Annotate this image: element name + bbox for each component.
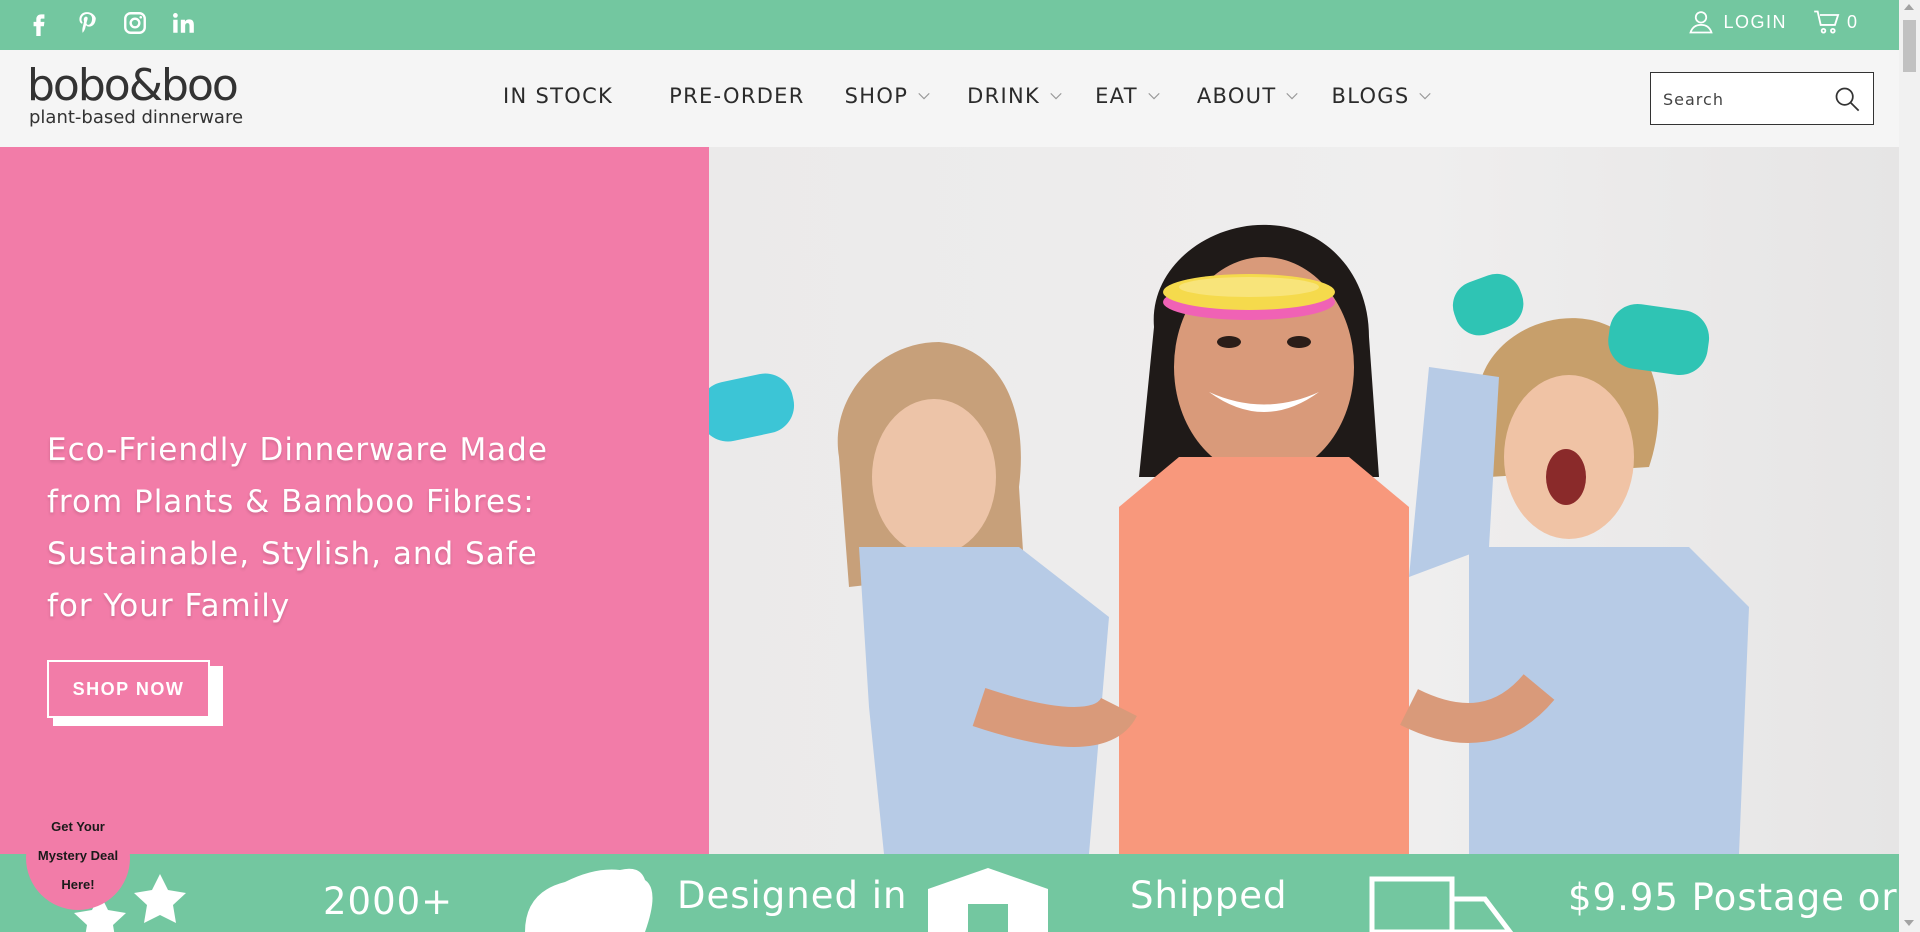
nav-item-about[interactable]: ABOUT (1197, 84, 1300, 108)
account-area: LOGIN 0 (1687, 8, 1857, 36)
site-header: bobo&boo plant-based dinnerware IN STOCK… (0, 50, 1899, 147)
login-link[interactable]: LOGIN (1687, 8, 1787, 36)
shop-now-wrapper: SHOP NOW (47, 660, 223, 726)
instagram-icon[interactable] (122, 10, 148, 36)
search-input[interactable] (1663, 87, 1823, 111)
hero-title: Eco-Friendly Dinnerware Made from Plants… (47, 432, 548, 624)
shop-now-button[interactable]: SHOP NOW (47, 660, 210, 718)
scrollbar-track[interactable] (1899, 0, 1920, 932)
cart-icon (1814, 10, 1840, 34)
nav-item-shop[interactable]: SHOP (845, 84, 932, 108)
cart-count: 0 (1846, 11, 1857, 32)
scroll-up-icon[interactable] (1904, 4, 1914, 10)
site-logo[interactable]: bobo&boo plant-based dinnerware (27, 64, 243, 128)
stat-designed: Designed in (677, 874, 908, 917)
scrollbar-thumb[interactable] (1903, 20, 1916, 72)
user-icon (1689, 11, 1714, 34)
scroll-down-icon[interactable] (1904, 920, 1914, 926)
nav-item-eat[interactable]: EAT (1095, 84, 1161, 108)
stat-customers: 2000+ (323, 880, 454, 923)
nav-item-in-stock[interactable]: IN STOCK (503, 84, 613, 108)
search-icon[interactable] (1833, 85, 1861, 113)
nav-item-pre-order[interactable]: PRE-ORDER (669, 84, 805, 108)
login-label: LOGIN (1723, 11, 1787, 32)
top-bar: LOGIN 0 (0, 0, 1899, 50)
hero-image (709, 147, 1899, 854)
social-links (26, 10, 196, 36)
facebook-icon[interactable] (26, 10, 52, 36)
linkedin-icon[interactable] (170, 10, 196, 36)
nav-item-blogs[interactable]: BLOGS (1331, 84, 1432, 108)
australia-icon (525, 868, 653, 932)
stat-postage: $9.95 Postage or (1568, 876, 1898, 919)
star-icon (134, 874, 186, 923)
chevron-down-icon (1286, 92, 1299, 100)
truck-icon (1369, 876, 1514, 932)
cart-link[interactable]: 0 (1813, 8, 1857, 36)
chevron-down-icon (1148, 92, 1160, 100)
logo-tagline: plant-based dinnerware (29, 107, 244, 128)
main-nav: IN STOCK PRE-ORDER SHOP DRINK EAT ABOUT … (503, 84, 1432, 108)
mystery-deal-text[interactable]: Get Your Mystery Deal Here! (18, 812, 138, 899)
family-photo (709, 224, 1749, 854)
chevron-down-icon (1050, 92, 1062, 100)
chevron-down-icon (1419, 92, 1432, 100)
search-box (1650, 72, 1874, 125)
nav-item-drink[interactable]: DRINK (967, 84, 1063, 108)
stat-shipped: Shipped (1130, 874, 1288, 917)
pinterest-icon[interactable] (74, 10, 100, 36)
logo-wordmark: bobo&boo (27, 60, 239, 111)
stats-bar: 2000+ Designed in Shipped $9.95 Postage … (0, 854, 1899, 932)
chevron-down-icon (918, 92, 930, 100)
